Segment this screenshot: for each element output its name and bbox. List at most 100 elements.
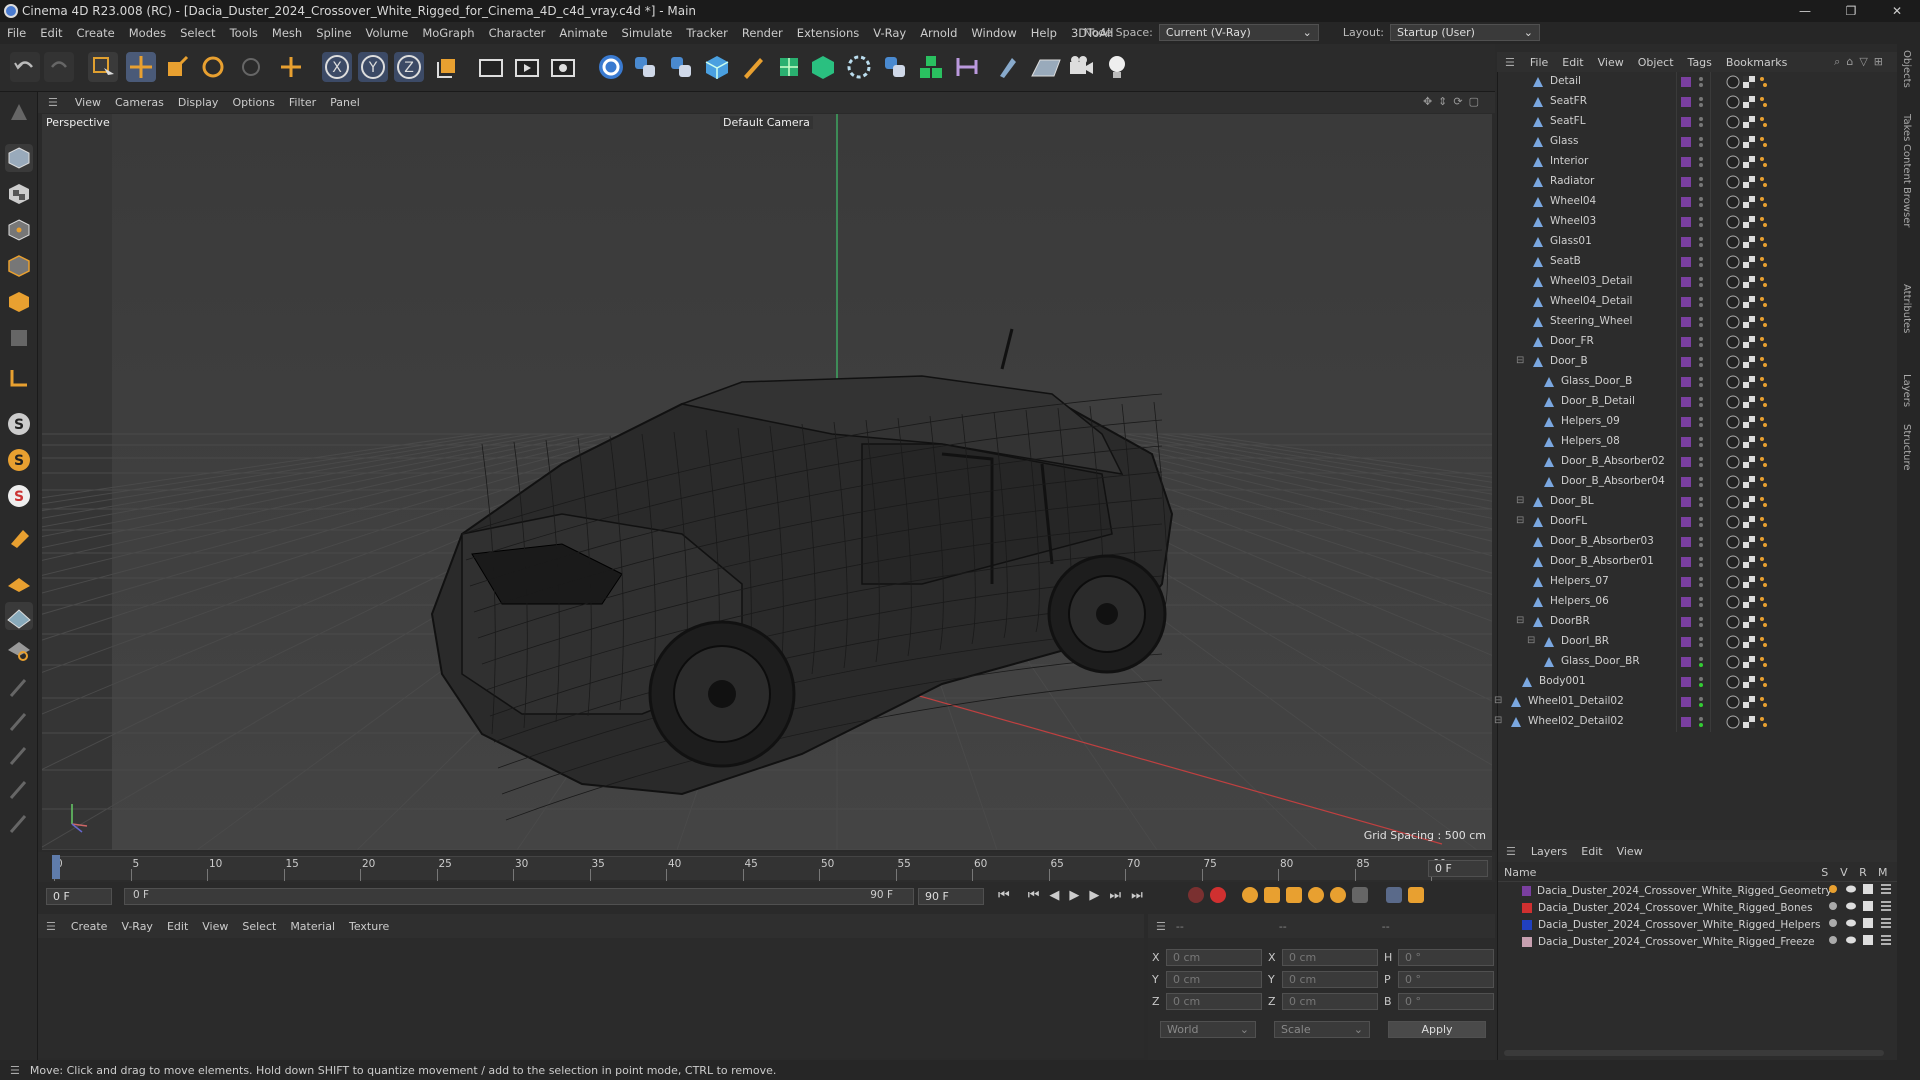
visibility-dots[interactable] [1698,716,1704,731]
tag-icons[interactable] [1726,695,1786,712]
rotation-b-field[interactable]: 0 ° [1398,992,1494,1010]
object-menu-file[interactable]: File [1523,56,1555,69]
node-space-dropdown[interactable]: Current (V-Ray) ⌄ [1158,24,1319,41]
expand-icon[interactable]: ⊟ [1527,635,1535,646]
motion-system-icon[interactable] [1386,887,1402,903]
position-z-field[interactable]: 0 cm [1166,992,1262,1010]
tag-icons[interactable] [1726,475,1786,492]
hamburger-icon[interactable]: ☰ [1148,920,1174,933]
material-menu-material[interactable]: Material [283,920,342,933]
layer-color-swatch[interactable] [1681,357,1691,367]
object-row[interactable]: ⊟ Door_B [1498,352,1898,372]
cloner-icon[interactable] [844,52,874,82]
light-icon[interactable] [1102,52,1132,82]
visibility-dots[interactable] [1698,656,1704,671]
visibility-dots[interactable] [1698,496,1704,511]
layer-color-swatch[interactable] [1681,637,1691,647]
end-frame-field[interactable]: 90 F [918,888,984,905]
object-row[interactable]: ⊟ DoorI_BR [1498,632,1898,652]
vray-icon[interactable] [596,52,626,82]
visibility-dots[interactable] [1698,136,1704,151]
expand-icon[interactable]: ⊟ [1494,695,1502,706]
material-menu-select[interactable]: Select [235,920,283,933]
tag-icons[interactable] [1726,455,1786,472]
tag-icons[interactable] [1726,535,1786,552]
visibility-dots[interactable] [1698,396,1704,411]
menu-volume[interactable]: Volume [359,26,416,40]
minimize-icon[interactable]: — [1782,0,1828,22]
next-frame-icon[interactable]: ▶ [1089,888,1099,903]
menu-arnold[interactable]: Arnold [913,26,964,40]
layer-color-swatch[interactable] [1681,77,1691,87]
layer-color-swatch[interactable] [1681,717,1691,727]
tag-icons[interactable] [1726,135,1786,152]
timeline[interactable]: 051015202530354045505560657075808590 0 F [38,852,1495,882]
points-mode-icon[interactable] [5,216,33,244]
visibility-dots[interactable] [1698,636,1704,651]
layer-color-swatch[interactable] [1681,457,1691,467]
layer-color-swatch[interactable] [1681,577,1691,587]
layer-color-swatch[interactable] [1681,517,1691,527]
layer-color-swatch[interactable] [1681,137,1691,147]
expand-icon[interactable]: ⊟ [1494,715,1502,726]
tag-icons[interactable] [1726,615,1786,632]
tag-icons[interactable] [1726,655,1786,672]
object-row[interactable]: SeatB [1498,252,1898,272]
object-row[interactable]: Glass01 [1498,232,1898,252]
visibility-dots[interactable] [1698,356,1704,371]
subdivision-icon[interactable] [774,52,804,82]
layer-row[interactable]: Dacia_Duster_2024_Crossover_White_Rigged… [1498,899,1897,916]
visibility-dots[interactable] [1698,556,1704,571]
menu-mograph[interactable]: MoGraph [415,26,481,40]
visibility-dots[interactable] [1698,156,1704,171]
visibility-dots[interactable] [1698,376,1704,391]
visibility-dots[interactable] [1698,256,1704,271]
layer-color-swatch[interactable] [1681,557,1691,567]
redo-icon[interactable] [44,52,74,82]
menu-edit[interactable]: Edit [33,26,69,40]
mograph-icon[interactable] [916,52,946,82]
start-frame-field[interactable]: 0 F [46,888,112,905]
tag-icons[interactable] [1726,195,1786,212]
uv-mode-icon[interactable] [5,324,33,352]
layer-color-swatch[interactable] [1681,437,1691,447]
material-menu-texture[interactable]: Texture [342,920,396,933]
key-scale-icon[interactable] [1286,887,1302,903]
x-axis-icon[interactable]: X [322,52,352,82]
rotation-h-field[interactable]: 0 ° [1398,948,1494,966]
visibility-dots[interactable] [1698,236,1704,251]
object-row[interactable]: Body001 [1498,672,1898,692]
undo-icon[interactable] [10,52,40,82]
prev-key-icon[interactable]: ⏮ [1028,888,1040,903]
material-menu-create[interactable]: Create [64,920,115,933]
viewport-nav-icons[interactable]: ✥⇕⟳▢ [1423,95,1485,108]
object-row[interactable]: Wheel03 [1498,212,1898,232]
extrude-icon[interactable] [808,52,838,82]
maximize-icon[interactable]: ❐ [1828,0,1874,22]
axis-mode-icon[interactable] [5,364,33,392]
layer-flags-icons[interactable] [1827,917,1897,932]
tag-icons[interactable] [1726,115,1786,132]
menu-extensions[interactable]: Extensions [790,26,866,40]
side-tab-objects[interactable]: Objects [1901,50,1912,88]
viewport-menu-view[interactable]: View [68,96,108,109]
object-menu-bookmarks[interactable]: Bookmarks [1719,56,1794,69]
object-row[interactable]: Helpers_06 [1498,592,1898,612]
deformer-icon[interactable] [952,52,982,82]
pose-icon[interactable] [5,776,33,804]
layer-color-swatch[interactable] [1681,657,1691,667]
search-icon[interactable]: ⌕⌂▽⊞ [1834,55,1889,69]
object-menu-object[interactable]: Object [1631,56,1681,69]
layer-color-swatch[interactable] [1681,677,1691,687]
goto-end-icon[interactable]: ⏭ [1131,888,1143,903]
layer-menu-edit[interactable]: Edit [1574,845,1609,858]
apply-button[interactable]: Apply [1388,1020,1486,1038]
model-mode-icon[interactable] [5,144,33,172]
menu-help[interactable]: Help [1024,26,1064,40]
y-axis-icon[interactable]: Y [358,52,388,82]
layer-color-swatch[interactable] [1681,257,1691,267]
camera-label[interactable]: Default Camera [720,116,813,129]
object-row[interactable]: ⊟ DoorFL [1498,512,1898,532]
layer-color-swatch[interactable] [1681,597,1691,607]
object-row[interactable]: ⊟ Wheel02_Detail02 [1494,712,1898,732]
